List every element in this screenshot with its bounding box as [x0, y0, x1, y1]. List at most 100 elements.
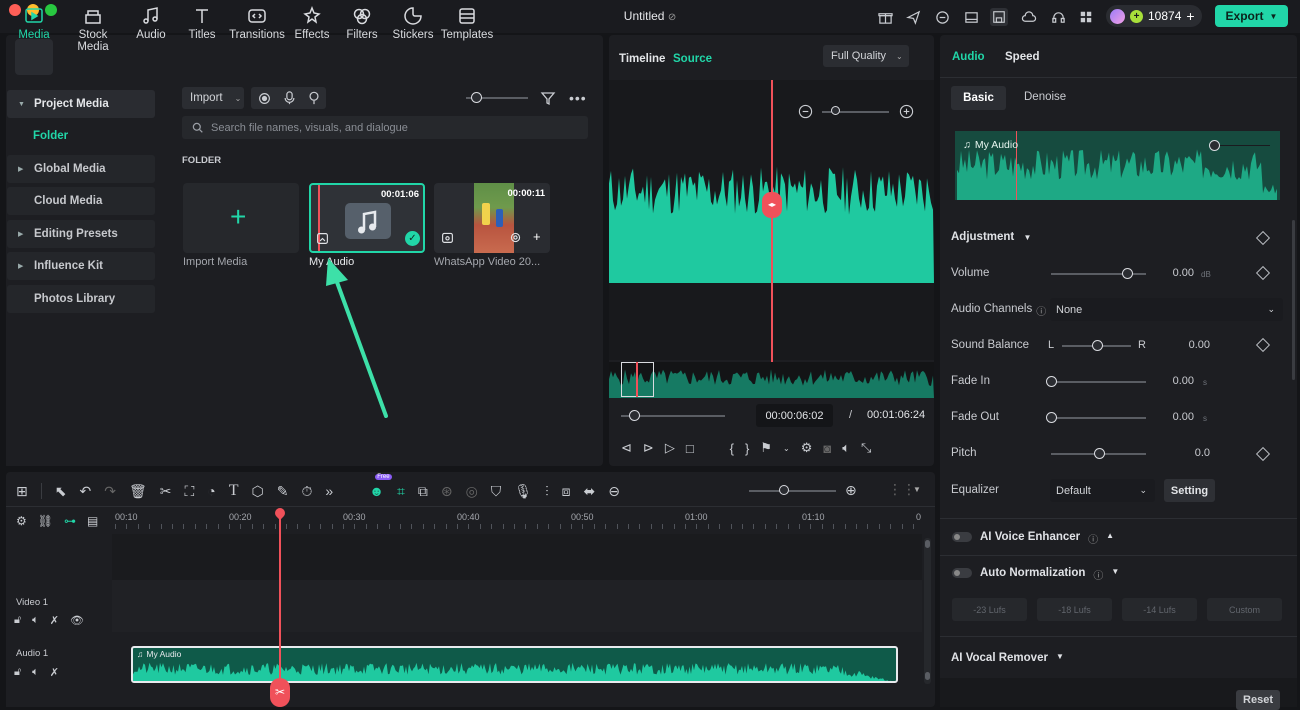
ai-vocal-remover-heading[interactable]: AI Vocal Remover ▼	[951, 652, 1064, 664]
tab-audio[interactable]: Audio	[952, 51, 985, 63]
tab-stickers[interactable]: Stickers	[383, 6, 443, 41]
timeline-scrollbar[interactable]	[924, 538, 931, 684]
add-track-icon[interactable]: ⧉	[418, 483, 428, 500]
tab-speed[interactable]: Speed	[1005, 51, 1040, 63]
inspector-scrollbar[interactable]	[1292, 220, 1295, 380]
undo-icon[interactable]: ↶	[79, 483, 91, 500]
fade-out-knob[interactable]	[1046, 412, 1057, 423]
mark-out-icon[interactable]: }	[745, 441, 749, 456]
lufs-option-custom[interactable]: Custom	[1207, 598, 1282, 621]
timeline-scroll-thumb[interactable]	[925, 672, 930, 680]
chevron-down-icon[interactable]: ▼	[913, 485, 921, 494]
lufs-option-14[interactable]: -14 Lufs	[1122, 598, 1197, 621]
lufs-option-18[interactable]: -18 Lufs	[1037, 598, 1112, 621]
tab-stock-media[interactable]: Stock Media	[63, 6, 123, 53]
voiceover-mic-icon[interactable]: 🎙︎	[514, 483, 532, 500]
timeline-scroll-thumb[interactable]	[925, 540, 930, 548]
audio-channels-dropdown[interactable]: None ⌄	[1050, 298, 1283, 321]
adjustment-heading[interactable]: Adjustment ▼	[951, 231, 1031, 243]
current-time[interactable]: 00:00:06:02	[756, 404, 833, 427]
help-icon[interactable]: ⓘ	[1088, 531, 1098, 546]
cloud-upload-icon[interactable]	[1020, 8, 1038, 26]
track-settings-icon[interactable]: ⚙	[16, 514, 27, 528]
import-dropdown[interactable]: Import ⌄	[182, 87, 244, 109]
tab-media[interactable]: Media	[4, 6, 64, 41]
fullscreen-icon[interactable]: ⤡	[861, 440, 871, 456]
sidebar-item-influence-kit[interactable]: ▶ Influence Kit	[7, 252, 155, 280]
whatsapp-video-tile[interactable]: 00:00:11 +	[434, 183, 550, 253]
fade-in-value[interactable]: 0.00	[1154, 375, 1194, 387]
gift-icon[interactable]	[876, 8, 894, 26]
import-media-tile[interactable]: +	[183, 183, 299, 253]
previous-frame-icon[interactable]: ⊲	[621, 440, 632, 456]
render-settings-icon[interactable]: ⚙	[801, 440, 813, 456]
delete-icon[interactable]: 🗑︎	[129, 483, 147, 500]
fit-timeline-icon[interactable]: ⬌	[583, 483, 595, 500]
auto-normalization-heading[interactable]: Auto Normalization ⓘ ▼	[980, 567, 1119, 582]
sidebar-item-photos-library[interactable]: Photos Library	[7, 285, 155, 313]
timeline-zoom-knob[interactable]	[779, 485, 789, 495]
lock-icon[interactable]: 🔓︎	[14, 666, 21, 679]
multicam-icon[interactable]: ⧈	[562, 483, 571, 500]
credits-badge[interactable]: + 10874 +	[1106, 5, 1202, 27]
thumbnail-size-knob[interactable]	[471, 92, 482, 103]
chevron-up-icon[interactable]: ▲	[1106, 531, 1114, 546]
lock-icon[interactable]: 🔓︎	[14, 614, 21, 627]
mute-icon[interactable]: 🔈︎	[32, 614, 39, 627]
stabilize-icon[interactable]: ◎	[466, 483, 478, 500]
pen-tool-icon[interactable]: ✎	[277, 483, 289, 500]
ai-voice-enhancer-heading[interactable]: AI Voice Enhancer ⓘ ▲	[980, 531, 1114, 546]
play-icon[interactable]: ▷	[665, 440, 675, 456]
fade-out-value[interactable]: 0.00	[1154, 411, 1194, 423]
headset-icon[interactable]	[1049, 8, 1067, 26]
tab-templates[interactable]: Templates	[437, 6, 497, 41]
volume-icon[interactable]: 🔈︎	[842, 440, 850, 456]
cloud-sync-icon[interactable]	[933, 8, 951, 26]
subtab-denoise[interactable]: Denoise	[1024, 91, 1066, 103]
zoom-out-icon[interactable]	[798, 104, 813, 119]
crop-icon[interactable]: ⛶	[184, 483, 194, 500]
microphone-icon[interactable]	[284, 91, 295, 105]
sound-balance-value[interactable]: 0.00	[1170, 339, 1210, 351]
add-to-timeline-icon[interactable]: +	[533, 229, 541, 244]
apps-grid-icon[interactable]	[1077, 8, 1095, 26]
zoom-in-icon[interactable]	[899, 104, 914, 119]
add-marker-icon[interactable]: ⚑	[760, 440, 772, 456]
subtab-basic[interactable]: Basic	[951, 86, 1006, 110]
timeline-zoom-in-icon[interactable]: ⊕	[845, 482, 857, 499]
waveform-zoom-knob[interactable]	[831, 106, 840, 115]
help-icon[interactable]: ⓘ	[1036, 303, 1046, 318]
volume-knob[interactable]	[1122, 268, 1133, 279]
more-tools-icon[interactable]: »	[325, 483, 333, 499]
timeline-zoom-slider[interactable]	[749, 490, 836, 492]
snap-icon[interactable]: ⌗	[397, 483, 405, 500]
help-icon[interactable]: ⓘ	[1093, 567, 1103, 582]
sidebar-item-editing-presets[interactable]: ▶ Editing Presets	[7, 220, 155, 248]
panel-layout-icon[interactable]: ⋮⋮	[888, 481, 916, 498]
tab-timeline[interactable]: Timeline	[619, 53, 665, 65]
fade-out-slider[interactable]	[1051, 417, 1146, 419]
timeline-zoom-out-icon[interactable]: ⊖	[608, 483, 620, 500]
media-search-input[interactable]: Search file names, visuals, and dialogue	[182, 116, 588, 139]
lufs-option-23[interactable]: -23 Lufs	[952, 598, 1027, 621]
text-tool-icon[interactable]: T	[229, 482, 239, 500]
scrub-knob[interactable]	[629, 410, 640, 421]
caption-track-icon[interactable]: ▤	[87, 514, 98, 528]
sidebar-item-global-media[interactable]: ▶ Global Media	[7, 155, 155, 183]
reset-button[interactable]: Reset	[1236, 690, 1280, 710]
timeline-ruler[interactable]: 00:10 00:20 00:30 00:40 00:50 01:00 01:10 0	[112, 506, 924, 532]
audio-clip[interactable]: ♫ My Audio	[131, 646, 898, 683]
volume-value[interactable]: 0.00	[1154, 267, 1194, 279]
fade-in-knob[interactable]	[1046, 376, 1057, 387]
split-scissors-icon[interactable]: ✂	[270, 678, 290, 707]
ai-voice-icon[interactable]	[308, 91, 320, 105]
sidebar-item-folder[interactable]: Folder	[33, 130, 68, 142]
mute-icon[interactable]: 🔈︎	[32, 666, 39, 679]
send-icon[interactable]	[904, 8, 922, 26]
speed-icon[interactable]: ◔	[207, 483, 215, 499]
select-tool-icon[interactable]: ⬉	[55, 483, 67, 500]
auto-normalization-toggle[interactable]	[952, 568, 972, 578]
clip-volume-knob[interactable]	[1209, 140, 1220, 151]
shield-icon[interactable]: ⛉	[491, 483, 502, 500]
record-screen-icon[interactable]	[258, 92, 271, 105]
